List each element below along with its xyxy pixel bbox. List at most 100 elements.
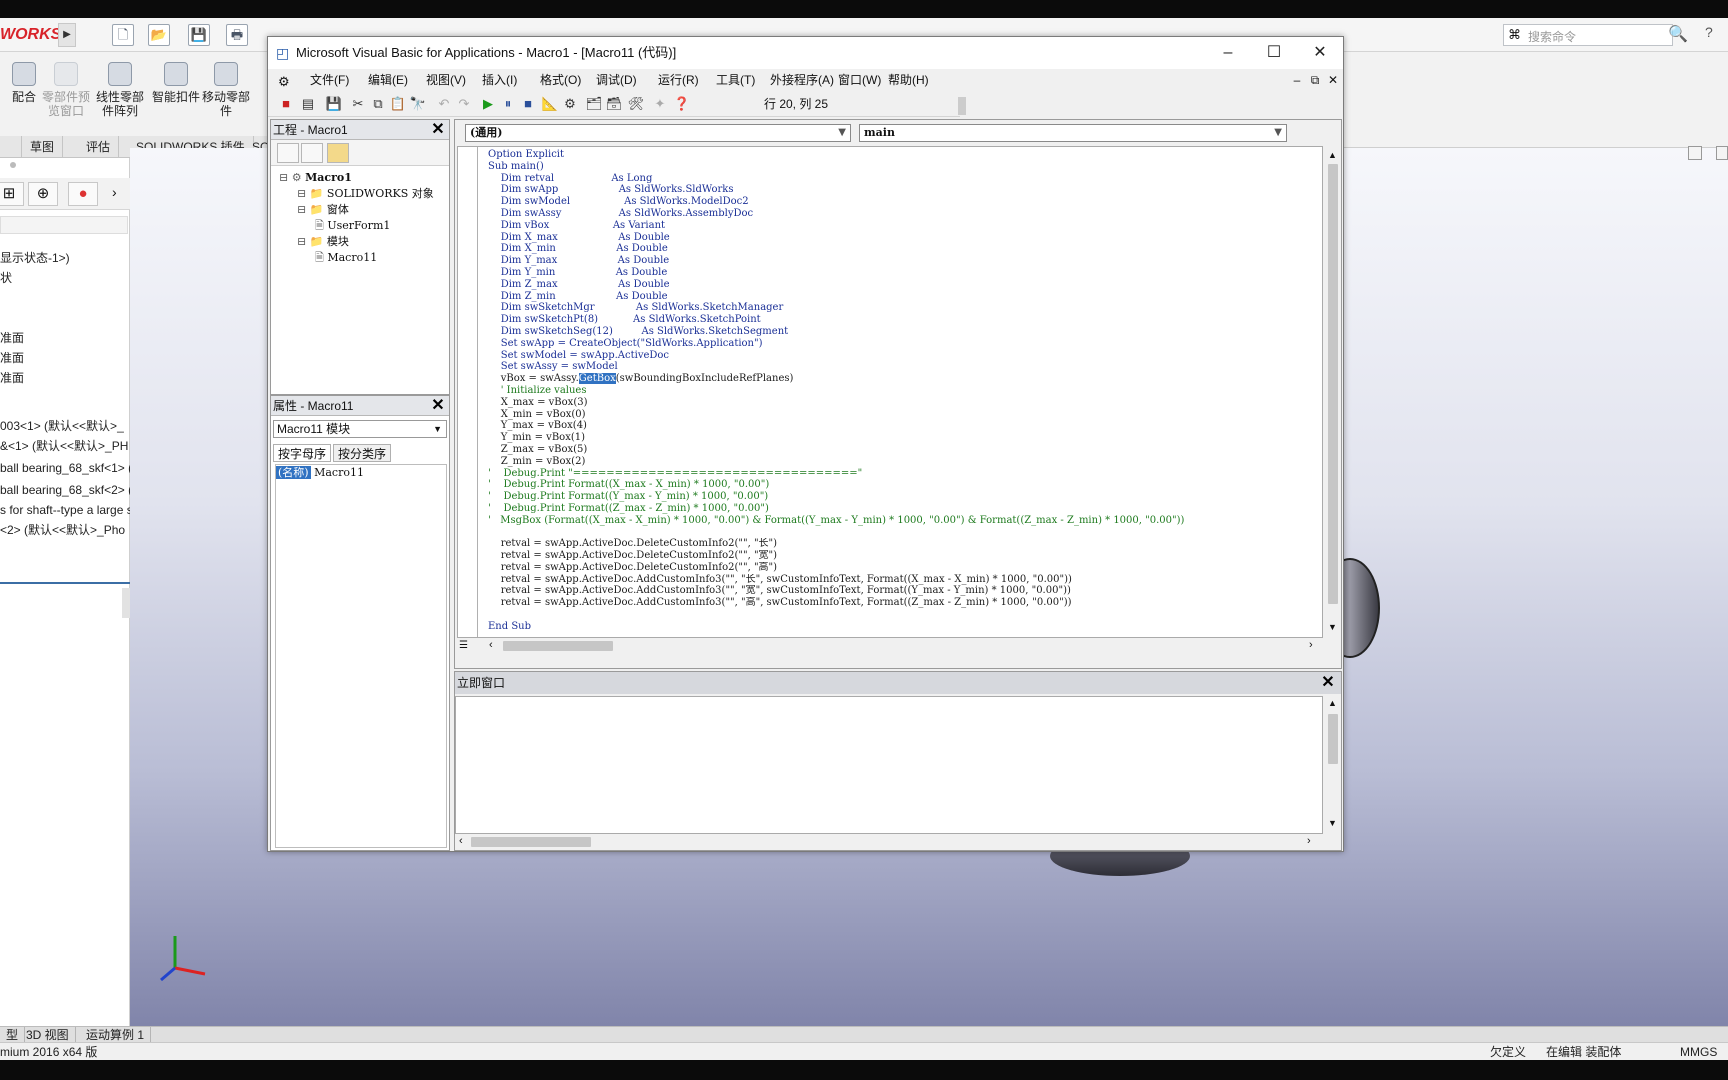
help-icon[interactable]: ❓ (672, 94, 692, 114)
component-preview-button[interactable]: 零部件预览窗口 (40, 62, 92, 142)
view-code-icon[interactable] (277, 143, 299, 163)
tree-item[interactable]: &<1> (默认<<默认>_PH (0, 436, 130, 456)
scroll-left-icon[interactable]: ‹ (489, 639, 493, 651)
scroll-thumb[interactable] (471, 837, 591, 847)
code-line[interactable]: Dim retval As Long (488, 173, 1318, 185)
scroll-right-icon[interactable]: › (1307, 835, 1311, 847)
maximize-icon[interactable]: ☐ (1251, 37, 1297, 69)
properties-window-icon[interactable]: 🗂 (584, 94, 604, 114)
scroll-thumb[interactable] (1328, 714, 1338, 764)
menu-item[interactable]: 工具(T) (710, 69, 761, 91)
tree-item[interactable]: <2> (默认<<默认>_Pho (0, 520, 130, 540)
tree-item[interactable]: 准面 (0, 328, 130, 348)
cut-icon[interactable]: ✂ (348, 94, 368, 114)
macro-icon[interactable]: ⚙ (278, 71, 290, 93)
paste-icon[interactable]: 📋 (388, 94, 408, 114)
tab-motion-study[interactable]: 运动算例 1 (80, 1027, 152, 1043)
margin-indicator-bar[interactable] (458, 147, 478, 637)
close-icon[interactable]: ✕ (429, 397, 447, 415)
close-icon[interactable]: ✕ (1319, 674, 1337, 692)
tab-3d-views[interactable]: 3D 视图 (20, 1027, 76, 1043)
code-editor[interactable]: Option Explicit Sub main() Dim retval As … (457, 146, 1323, 638)
code-line[interactable]: Z_max = vBox(5) (488, 444, 1318, 456)
tree-item[interactable]: 显示状态-1>) (0, 248, 130, 268)
code-line[interactable]: ' Debug.Print Format((Y_max - Y_min) * 1… (488, 491, 1318, 503)
property-manager-icon[interactable]: ⊞ (0, 182, 24, 206)
close-icon[interactable]: ✕ (1297, 37, 1343, 69)
vba-title-bar[interactable]: ◰ Microsoft Visual Basic for Application… (268, 37, 1343, 69)
code-line[interactable]: vBox = swAssy.GetBox(swBoundingBoxInclud… (488, 373, 1318, 385)
tree-item[interactable]: 准面 (0, 368, 130, 388)
help-icon[interactable]: ? (1705, 24, 1713, 40)
code-line[interactable]: ' Debug.Print Format((X_max - X_min) * 1… (488, 479, 1318, 491)
code-line[interactable]: retval = swApp.ActiveDoc.DeleteCustomInf… (488, 562, 1318, 574)
menu-item[interactable]: 文件(F) (304, 69, 355, 91)
toggle-folders-icon[interactable] (327, 143, 349, 163)
code-line[interactable]: retval = swApp.ActiveDoc.AddCustomInfo3(… (488, 574, 1318, 586)
immediate-horizontal-scrollbar[interactable]: ‹ › (455, 834, 1323, 850)
chevron-right-icon[interactable]: › (112, 184, 117, 200)
code-line[interactable]: Dim Y_max As Double (488, 255, 1318, 267)
design-mode-icon[interactable]: 📐 (540, 94, 560, 114)
object-browser-icon[interactable]: 🗃 (604, 94, 624, 114)
tree-item[interactable]: ball bearing_68_skf<2> ( (0, 480, 130, 500)
code-line[interactable]: retval = swApp.ActiveDoc.AddCustomInfo3(… (488, 597, 1318, 609)
code-text[interactable]: Option Explicit Sub main() Dim retval As … (488, 149, 1318, 633)
insert-userform-icon[interactable]: ▤ (298, 94, 318, 114)
menu-item[interactable]: 帮助(H) (882, 69, 935, 91)
project-tree-item[interactable]: ⊟ 📁 SOLIDWORKS 对象 (297, 186, 434, 202)
print-icon[interactable]: 🖶 (226, 24, 248, 46)
code-line[interactable]: Dim swModel As SldWorks.ModelDoc2 (488, 196, 1318, 208)
code-line[interactable]: Dim swApp As SldWorks.SldWorks (488, 184, 1318, 196)
code-line[interactable]: retval = swApp.ActiveDoc.DeleteCustomInf… (488, 538, 1318, 550)
tree-item[interactable]: s for shaft--type a large s (0, 500, 130, 520)
scroll-down-icon[interactable]: ▼ (1328, 818, 1337, 828)
menu-item[interactable]: 运行(R) (652, 69, 705, 91)
tree-item[interactable]: 准面 (0, 348, 130, 368)
scroll-right-icon[interactable]: › (1309, 639, 1313, 651)
code-line[interactable]: X_min = vBox(0) (488, 409, 1318, 421)
code-line[interactable]: Set swApp = CreateObject("SldWorks.Appli… (488, 338, 1318, 350)
toolbar-overflow-icon[interactable] (958, 97, 966, 115)
tree-item[interactable]: 状 (0, 268, 130, 288)
menu-item[interactable]: 插入(I) (476, 69, 523, 91)
configuration-manager-icon[interactable]: ⊕ (28, 182, 58, 206)
code-line[interactable]: Dim Z_min As Double (488, 291, 1318, 303)
tree-item[interactable]: 003<1> (默认<<默认>_ (0, 416, 130, 436)
tree-item[interactable] (0, 388, 130, 408)
code-line[interactable]: ' Initialize values (488, 385, 1318, 397)
view-object-icon[interactable] (301, 143, 323, 163)
smart-fasteners-button[interactable]: 智能扣件 (150, 62, 202, 142)
project-tree-item[interactable]: ⊟ 📁 窗体 (297, 202, 349, 218)
menu-item[interactable]: 外接程序(A) (764, 69, 840, 91)
code-line[interactable]: ' Debug.Print "=========================… (488, 468, 1318, 480)
scroll-up-icon[interactable]: ▲ (1328, 698, 1337, 708)
code-line[interactable]: Dim swSketchMgr As SldWorks.SketchManage… (488, 302, 1318, 314)
code-line[interactable]: X_max = vBox(3) (488, 397, 1318, 409)
save-icon[interactable]: 💾 (324, 94, 344, 114)
object-select[interactable]: Macro11 模块 ▼ (273, 420, 447, 438)
code-line[interactable]: retval = swApp.ActiveDoc.AddCustomInfo3(… (488, 585, 1318, 597)
tab-categorized[interactable]: 按分类序 (333, 444, 392, 462)
linear-pattern-button[interactable]: 线性零部件阵列 (94, 62, 146, 142)
code-line[interactable]: Y_min = vBox(1) (488, 432, 1318, 444)
copy-icon[interactable]: ⧉ (368, 94, 388, 114)
viewport-restore-icon[interactable] (1688, 146, 1702, 160)
code-line[interactable]: Set swModel = swApp.ActiveDoc (488, 350, 1318, 362)
scroll-up-icon[interactable]: ▲ (1328, 150, 1337, 160)
tab-assembly[interactable] (0, 136, 22, 158)
logo-menu-arrow-icon[interactable]: ▶ (58, 23, 76, 47)
code-line[interactable]: Z_min = vBox(2) (488, 456, 1318, 468)
code-line[interactable]: Dim swSketchSeg(12) As SldWorks.SketchSe… (488, 326, 1318, 338)
project-explorer-icon[interactable]: ⚙ (560, 94, 580, 114)
code-horizontal-scrollbar[interactable]: ☰ ‹ › (457, 638, 1323, 654)
code-line[interactable]: Option Explicit (488, 149, 1318, 161)
code-line[interactable]: ' MsgBox (Format((X_max - X_min) * 1000,… (488, 515, 1318, 527)
mdi-close-icon[interactable]: ✕ (1324, 69, 1342, 91)
scroll-down-icon[interactable]: ▼ (1328, 622, 1337, 632)
project-tree-item[interactable]: ⊟ 📁 模块 (297, 234, 349, 250)
menu-item[interactable]: 格式(O) (534, 69, 587, 91)
code-line[interactable]: ' Debug.Print Format((Z_max - Z_min) * 1… (488, 503, 1318, 515)
code-line[interactable]: Dim swSketchPt(8) As SldWorks.SketchPoin… (488, 314, 1318, 326)
immediate-input[interactable] (455, 696, 1323, 834)
